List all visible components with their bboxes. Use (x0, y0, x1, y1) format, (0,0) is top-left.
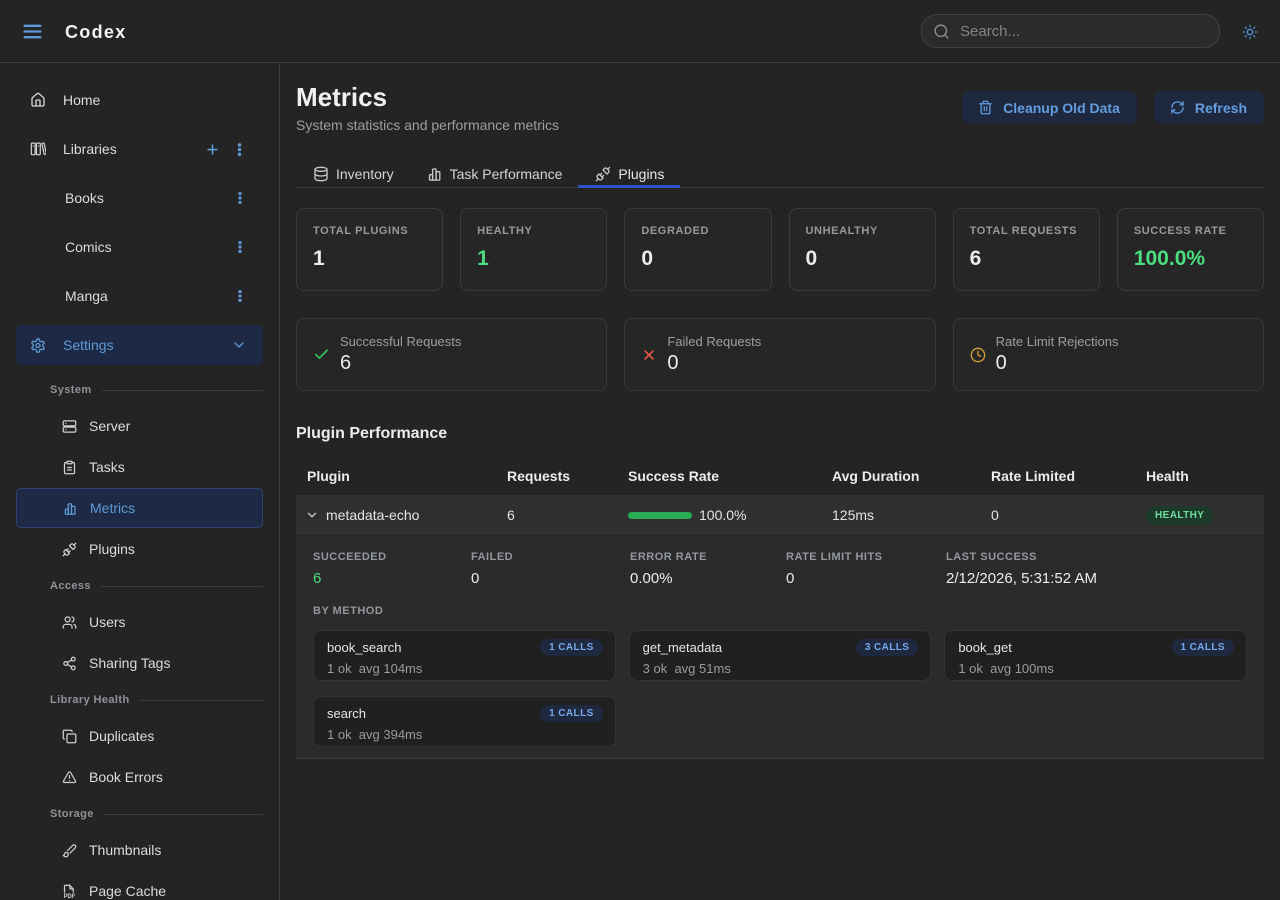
svg-text:PDF: PDF (64, 893, 76, 898)
